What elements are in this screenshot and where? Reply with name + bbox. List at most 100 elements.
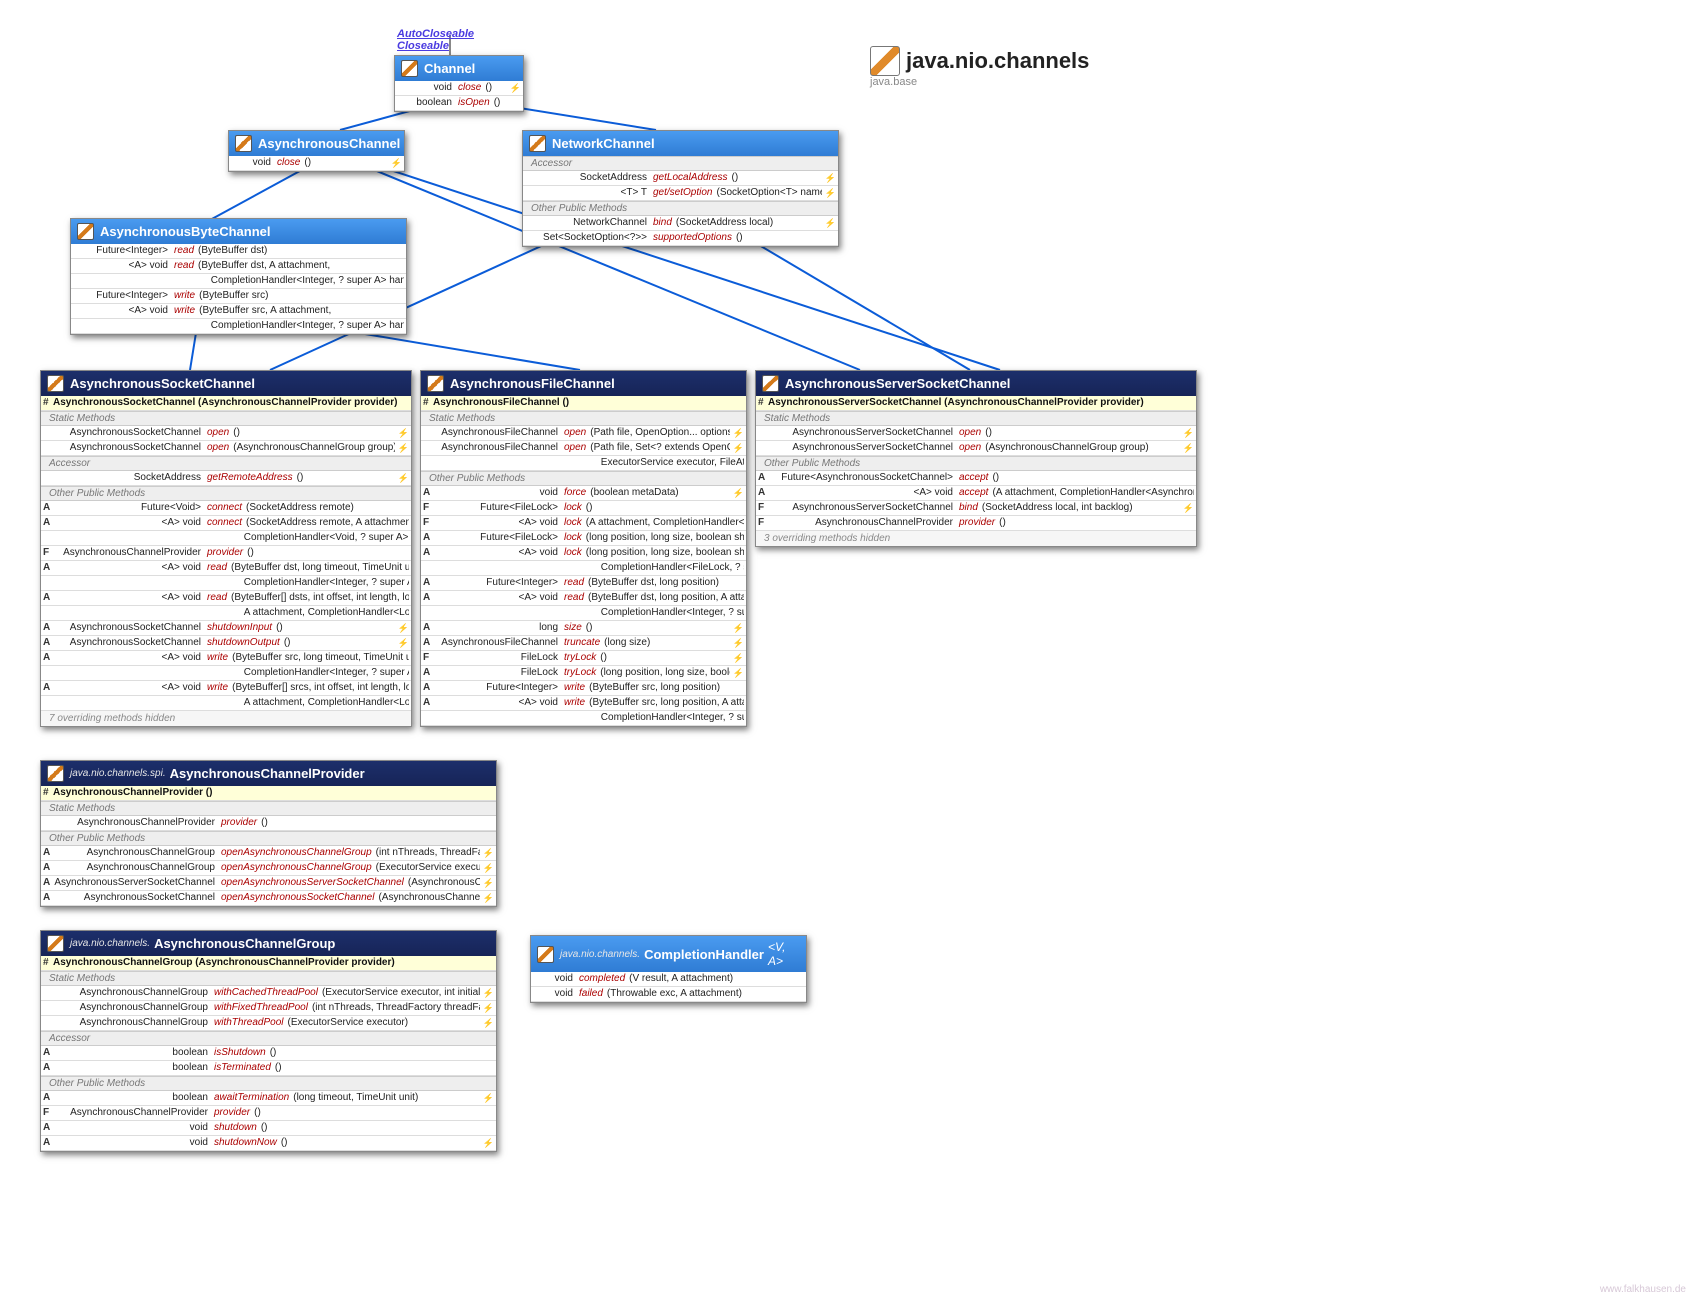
- method-row[interactable]: AsynchronousChannelGroupwithThreadPool(E…: [41, 1016, 496, 1031]
- method-row[interactable]: FAsynchronousChannelProviderprovider(): [41, 1106, 496, 1121]
- method-row[interactable]: FFuture<FileLock>lock(): [421, 501, 746, 516]
- method-row[interactable]: Set<SocketOption<?>>supportedOptions(): [523, 231, 838, 246]
- method-row[interactable]: A<A> voidread(ByteBuffer dst, long timeo…: [41, 561, 411, 576]
- method-row-continuation: A attachment, CompletionHandler<Long, ? …: [41, 696, 411, 711]
- method-row[interactable]: A<A> voidconnect(SocketAddress remote, A…: [41, 516, 411, 531]
- method-row[interactable]: AFuture<FileLock>lock(long position, lon…: [421, 531, 746, 546]
- method-row[interactable]: AFuture<Integer>write(ByteBuffer src, lo…: [421, 681, 746, 696]
- method-row[interactable]: AFuture<Integer>read(ByteBuffer dst, lon…: [421, 576, 746, 591]
- method-row[interactable]: FAsynchronousChannelProviderprovider(): [756, 516, 1196, 531]
- method-row[interactable]: AsynchronousChannelGroupwithFixedThreadP…: [41, 1001, 496, 1016]
- box-async-file-channel[interactable]: AsynchronousFileChannel #AsynchronousFil…: [420, 370, 747, 727]
- interface-icon: [77, 223, 94, 240]
- box-network-channel[interactable]: NetworkChannel Accessor SocketAddressget…: [522, 130, 839, 247]
- method-row[interactable]: AbooleanawaitTermination(long timeout, T…: [41, 1091, 496, 1106]
- method-row[interactable]: AsynchronousChannelGroupwithCachedThread…: [41, 986, 496, 1001]
- method-row[interactable]: AAsynchronousSocketChannelopenAsynchrono…: [41, 891, 496, 906]
- method-row[interactable]: Future<Integer>write(ByteBuffer src): [71, 289, 406, 304]
- method-row[interactable]: F<A> voidlock(A attachment, CompletionHa…: [421, 516, 746, 531]
- superinterface-links: AutoCloseable Closeable: [397, 28, 474, 52]
- method-row[interactable]: AFuture<AsynchronousSocketChannel>accept…: [756, 471, 1196, 486]
- box-completion-handler[interactable]: java.nio.channels. CompletionHandler <V,…: [530, 935, 807, 1003]
- header-channel: Channel: [395, 56, 523, 81]
- method-row[interactable]: <A> voidread(ByteBuffer dst, A attachmen…: [71, 259, 406, 274]
- method-row[interactable]: AbooleanisShutdown(): [41, 1046, 496, 1061]
- method-row[interactable]: AsynchronousFileChannelopen(Path file, S…: [421, 441, 746, 456]
- method-row[interactable]: voidcompleted(V result, A attachment): [531, 972, 806, 987]
- box-async-server-socket-channel[interactable]: AsynchronousServerSocketChannel #Asynchr…: [755, 370, 1197, 547]
- method-row[interactable]: FAsynchronousChannelProviderprovider(): [41, 546, 411, 561]
- method-row[interactable]: AbooleanisTerminated(): [41, 1061, 496, 1076]
- method-row-continuation: A attachment, CompletionHandler<Long, ? …: [41, 606, 411, 621]
- header-async-file-channel: AsynchronousFileChannel: [421, 371, 746, 396]
- method-row[interactable]: Future<Integer>read(ByteBuffer dst): [71, 244, 406, 259]
- method-row[interactable]: Avoidforce(boolean metaData)⚡: [421, 486, 746, 501]
- method-row[interactable]: A<A> voidread(ByteBuffer[] dsts, int off…: [41, 591, 411, 606]
- class-icon: [47, 375, 64, 392]
- method-row[interactable]: FFileLocktryLock()⚡: [421, 651, 746, 666]
- method-row[interactable]: FAsynchronousServerSocketChannelbind(Soc…: [756, 501, 1196, 516]
- method-row[interactable]: A<A> voidread(ByteBuffer dst, long posit…: [421, 591, 746, 606]
- box-async-channel-provider[interactable]: java.nio.channels.spi. AsynchronousChann…: [40, 760, 497, 907]
- method-row[interactable]: AsynchronousChannelProviderprovider(): [41, 816, 496, 831]
- box-async-channel[interactable]: AsynchronousChannel voidclose()⚡: [228, 130, 405, 172]
- method-row[interactable]: A<A> voidaccept(A attachment, Completion…: [756, 486, 1196, 501]
- watermark: www.falkhausen.de: [1600, 1284, 1686, 1295]
- method-row[interactable]: AsynchronousSocketChannelopen(Asynchrono…: [41, 441, 411, 456]
- method-row[interactable]: A<A> voidwrite(ByteBuffer src, long time…: [41, 651, 411, 666]
- method-row[interactable]: SocketAddressgetLocalAddress()⚡: [523, 171, 838, 186]
- interface-icon: [537, 946, 554, 963]
- method-row[interactable]: voidclose()⚡: [395, 81, 523, 96]
- method-row-continuation: CompletionHandler<Integer, ? super A> ha…: [421, 606, 746, 621]
- method-row[interactable]: AAsynchronousFileChanneltruncate(long si…: [421, 636, 746, 651]
- header-async-channel-group: java.nio.channels. AsynchronousChannelGr…: [41, 931, 496, 956]
- class-icon: [762, 375, 779, 392]
- box-channel[interactable]: Channel voidclose()⚡booleanisOpen(): [394, 55, 524, 112]
- method-row[interactable]: AFuture<Void>connect(SocketAddress remot…: [41, 501, 411, 516]
- header-async-channel: AsynchronousChannel: [229, 131, 404, 156]
- method-row-continuation: CompletionHandler<Integer, ? super A> ha…: [421, 711, 746, 726]
- method-row[interactable]: AFileLocktryLock(long position, long siz…: [421, 666, 746, 681]
- method-row[interactable]: voidclose()⚡: [229, 156, 404, 171]
- method-row-continuation: CompletionHandler<Integer, ? super A> ha…: [71, 274, 406, 289]
- header-network-channel: NetworkChannel: [523, 131, 838, 156]
- method-row[interactable]: <A> voidwrite(ByteBuffer src, A attachme…: [71, 304, 406, 319]
- method-row-continuation: CompletionHandler<Integer, ? super A> ha…: [71, 319, 406, 334]
- method-row[interactable]: SocketAddressgetRemoteAddress()⚡: [41, 471, 411, 486]
- method-row[interactable]: AsynchronousSocketChannelopen()⚡: [41, 426, 411, 441]
- constructor-row: #AsynchronousChannelProvider (): [41, 786, 496, 801]
- method-row-continuation: CompletionHandler<FileLock, ? super A> h…: [421, 561, 746, 576]
- link-closeable[interactable]: Closeable: [397, 40, 474, 52]
- header-async-server-socket-channel: AsynchronousServerSocketChannel: [756, 371, 1196, 396]
- class-icon: [47, 935, 64, 952]
- method-row[interactable]: <T> Tget/setOption(SocketOption<T> name)…: [523, 186, 838, 201]
- box-async-socket-channel[interactable]: AsynchronousSocketChannel #AsynchronousS…: [40, 370, 412, 727]
- method-row[interactable]: AsynchronousServerSocketChannelopen(Asyn…: [756, 441, 1196, 456]
- header-completion-handler: java.nio.channels. CompletionHandler <V,…: [531, 936, 806, 972]
- box-async-channel-group[interactable]: java.nio.channels. AsynchronousChannelGr…: [40, 930, 497, 1152]
- method-row[interactable]: booleanisOpen(): [395, 96, 523, 111]
- method-row[interactable]: AAsynchronousSocketChannelshutdownInput(…: [41, 621, 411, 636]
- link-autocloseable[interactable]: AutoCloseable: [397, 28, 474, 40]
- constructor-row: #AsynchronousChannelGroup (AsynchronousC…: [41, 956, 496, 971]
- method-row[interactable]: AAsynchronousServerSocketChannelopenAsyn…: [41, 876, 496, 891]
- method-row[interactable]: Alongsize()⚡: [421, 621, 746, 636]
- method-row[interactable]: A<A> voidlock(long position, long size, …: [421, 546, 746, 561]
- method-row[interactable]: voidfailed(Throwable exc, A attachment): [531, 987, 806, 1002]
- method-row[interactable]: AvoidshutdownNow()⚡: [41, 1136, 496, 1151]
- method-row[interactable]: AsynchronousServerSocketChannelopen()⚡: [756, 426, 1196, 441]
- method-row[interactable]: A<A> voidwrite(ByteBuffer[] srcs, int of…: [41, 681, 411, 696]
- package-icon: [870, 46, 900, 76]
- method-row[interactable]: AAsynchronousChannelGroupopenAsynchronou…: [41, 846, 496, 861]
- method-row[interactable]: NetworkChannelbind(SocketAddress local)⚡: [523, 216, 838, 231]
- box-async-byte-channel[interactable]: AsynchronousByteChannel Future<Integer>r…: [70, 218, 407, 335]
- method-row-continuation: CompletionHandler<Integer, ? super A> ha…: [41, 576, 411, 591]
- method-row[interactable]: AsynchronousFileChannelopen(Path file, O…: [421, 426, 746, 441]
- method-row[interactable]: A<A> voidwrite(ByteBuffer src, long posi…: [421, 696, 746, 711]
- method-row[interactable]: AAsynchronousSocketChannelshutdownOutput…: [41, 636, 411, 651]
- class-icon: [427, 375, 444, 392]
- header-async-socket-channel: AsynchronousSocketChannel: [41, 371, 411, 396]
- constructor-row: #AsynchronousServerSocketChannel (Asynch…: [756, 396, 1196, 411]
- method-row[interactable]: Avoidshutdown(): [41, 1121, 496, 1136]
- method-row[interactable]: AAsynchronousChannelGroupopenAsynchronou…: [41, 861, 496, 876]
